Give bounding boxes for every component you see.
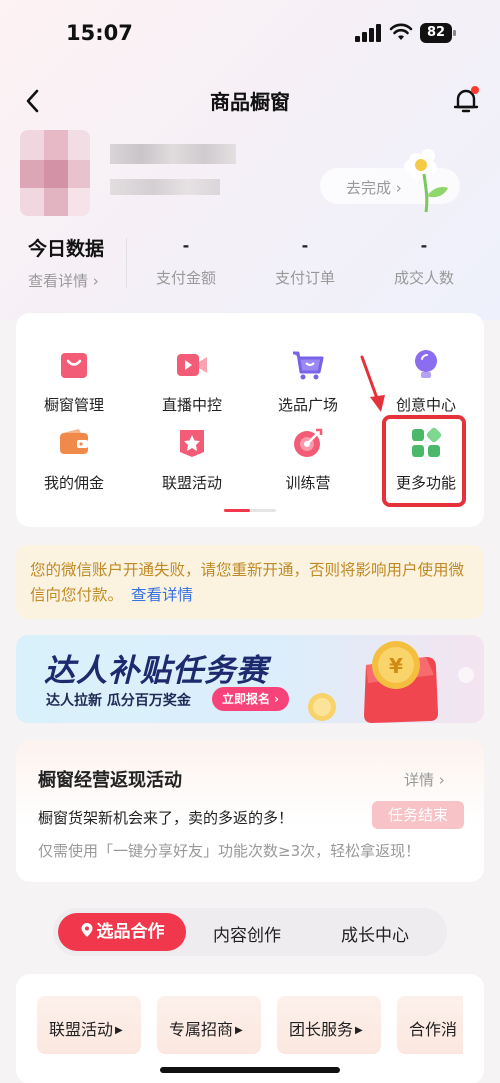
chip-label: 合作消 bbox=[409, 1020, 458, 1039]
tab-content-creation[interactable]: 内容创作 bbox=[213, 921, 281, 946]
banner-signup-button[interactable]: 立即报名 › bbox=[212, 687, 290, 711]
category-tabs: 选品合作 内容创作 成长中心 bbox=[53, 908, 447, 956]
chip-leader-service[interactable]: 团长服务 ▶ bbox=[277, 996, 381, 1054]
tool-live-control[interactable]: 直播中控 bbox=[142, 348, 242, 415]
chip-label: 团长服务 bbox=[289, 1020, 354, 1039]
battery-icon: 82 bbox=[420, 23, 456, 43]
tool-label: 橱窗管理 bbox=[43, 396, 104, 414]
tool-label: 创意中心 bbox=[395, 396, 456, 414]
target-icon bbox=[291, 426, 325, 460]
notification-dot bbox=[471, 86, 479, 94]
wallet-icon bbox=[57, 426, 91, 460]
tool-training-camp[interactable]: 训练营 bbox=[258, 426, 358, 493]
profile-section: 去完成 › bbox=[20, 130, 480, 220]
home-indicator bbox=[160, 1067, 340, 1073]
task-ended-badge: 任务结束 bbox=[372, 801, 464, 829]
location-pin-icon bbox=[81, 923, 92, 937]
lightbulb-icon bbox=[409, 348, 443, 382]
chip-label: 联盟活动 bbox=[49, 1020, 114, 1039]
annotation-highlight-box bbox=[382, 415, 466, 507]
wifi-icon bbox=[389, 23, 413, 40]
star-badge-icon bbox=[175, 426, 209, 460]
stat-label: 支付订单 bbox=[274, 269, 335, 287]
cart-icon bbox=[291, 348, 325, 382]
tool-label: 我的佣金 bbox=[43, 474, 104, 492]
tool-my-commission[interactable]: 我的佣金 bbox=[24, 426, 124, 493]
stat-value: - bbox=[301, 236, 309, 255]
video-camera-icon bbox=[175, 348, 209, 382]
tool-label: 联盟活动 bbox=[161, 474, 222, 492]
today-data: 今日数据 查看详情 › bbox=[28, 234, 104, 291]
chip-alliance-activity[interactable]: 联盟活动 ▶ bbox=[37, 996, 141, 1054]
tab-product-cooperation[interactable]: 选品合作 bbox=[58, 913, 186, 951]
notice-text: 您的微信账户开通失败，请您重新开通，否则将影响用户使用微信向您付款。 bbox=[30, 561, 465, 604]
tool-label: 训练营 bbox=[285, 474, 331, 492]
battery-level: 82 bbox=[420, 23, 452, 43]
annotation-arrow-icon bbox=[360, 355, 385, 412]
banner-title: 达人补贴任务赛 bbox=[44, 653, 268, 689]
wechat-notice: 您的微信账户开通失败，请您重新开通，否则将影响用户使用微信向您付款。 查看详情 bbox=[16, 545, 484, 619]
stat-label: 成交人数 bbox=[393, 269, 454, 287]
view-details-link[interactable]: 查看详情 › bbox=[28, 270, 104, 291]
stats-section: 今日数据 查看详情 › - 支付金额 - 支付订单 - 成交人数 bbox=[0, 228, 500, 294]
promo-banner[interactable]: 达人补贴任务赛 达人拉新 瓜分百万奖金 立即报名 › ¥ bbox=[16, 635, 484, 723]
red-envelope-coin-icon: ¥ bbox=[308, 641, 474, 723]
page-title: 商品橱窗 bbox=[210, 90, 290, 114]
notification-button[interactable] bbox=[452, 86, 480, 116]
tool-product-square[interactable]: 选品广场 bbox=[258, 348, 358, 415]
chip-cooperation[interactable]: 合作消 bbox=[397, 996, 463, 1054]
stat-value: - bbox=[420, 236, 428, 255]
tool-label: 选品广场 bbox=[277, 396, 338, 414]
page-indicator bbox=[224, 509, 276, 512]
bag-icon bbox=[57, 348, 91, 382]
cellular-signal-icon bbox=[355, 24, 381, 42]
status-time: 15:07 bbox=[66, 21, 133, 45]
promo-title: 橱窗经营返现活动 bbox=[38, 770, 182, 791]
cashback-activity-card: 橱窗经营返现活动 详情 › 橱窗货架新机会来了，卖的多返的多！ 任务结束 仅需使… bbox=[16, 740, 484, 882]
user-id-blurred bbox=[110, 179, 220, 195]
tool-creative-center[interactable]: 创意中心 bbox=[376, 348, 476, 415]
stat-label: 支付金额 bbox=[155, 269, 216, 287]
tool-alliance-activity[interactable]: 联盟活动 bbox=[142, 426, 242, 493]
username-blurred bbox=[110, 144, 236, 164]
promo-hint: 仅需使用「一键分享好友」功能次数≥3次，轻松拿返现！ bbox=[38, 842, 421, 860]
svg-text:¥: ¥ bbox=[389, 654, 403, 678]
nav-bar: 商品橱窗 bbox=[0, 76, 500, 126]
chip-exclusive-investment[interactable]: 专属招商 ▶ bbox=[157, 996, 261, 1054]
complete-profile-link[interactable]: 去完成 › bbox=[346, 177, 402, 198]
tab-growth-center[interactable]: 成长中心 bbox=[341, 921, 409, 946]
tool-window-management[interactable]: 橱窗管理 bbox=[24, 348, 124, 415]
tool-label: 直播中控 bbox=[161, 396, 222, 414]
stat-value: - bbox=[182, 236, 190, 255]
banner-subtitle: 达人拉新 瓜分百万奖金 bbox=[46, 693, 191, 709]
status-bar: 15:07 82 bbox=[0, 0, 500, 66]
stat-payment-amount[interactable]: - 支付金额 bbox=[126, 236, 246, 288]
promo-description: 橱窗货架新机会来了，卖的多返的多！ bbox=[38, 809, 294, 827]
avatar[interactable] bbox=[20, 130, 90, 216]
notice-detail-link[interactable]: 查看详情 bbox=[131, 586, 193, 604]
stat-payment-orders[interactable]: - 支付订单 bbox=[245, 236, 365, 288]
promo-detail-link[interactable]: 详情 › bbox=[404, 769, 445, 790]
chip-label: 专属招商 bbox=[169, 1020, 234, 1039]
flower-icon bbox=[404, 149, 448, 213]
today-data-title: 今日数据 bbox=[28, 238, 105, 260]
tab-label: 选品合作 bbox=[96, 922, 165, 942]
stat-buyers[interactable]: - 成交人数 bbox=[364, 236, 484, 288]
